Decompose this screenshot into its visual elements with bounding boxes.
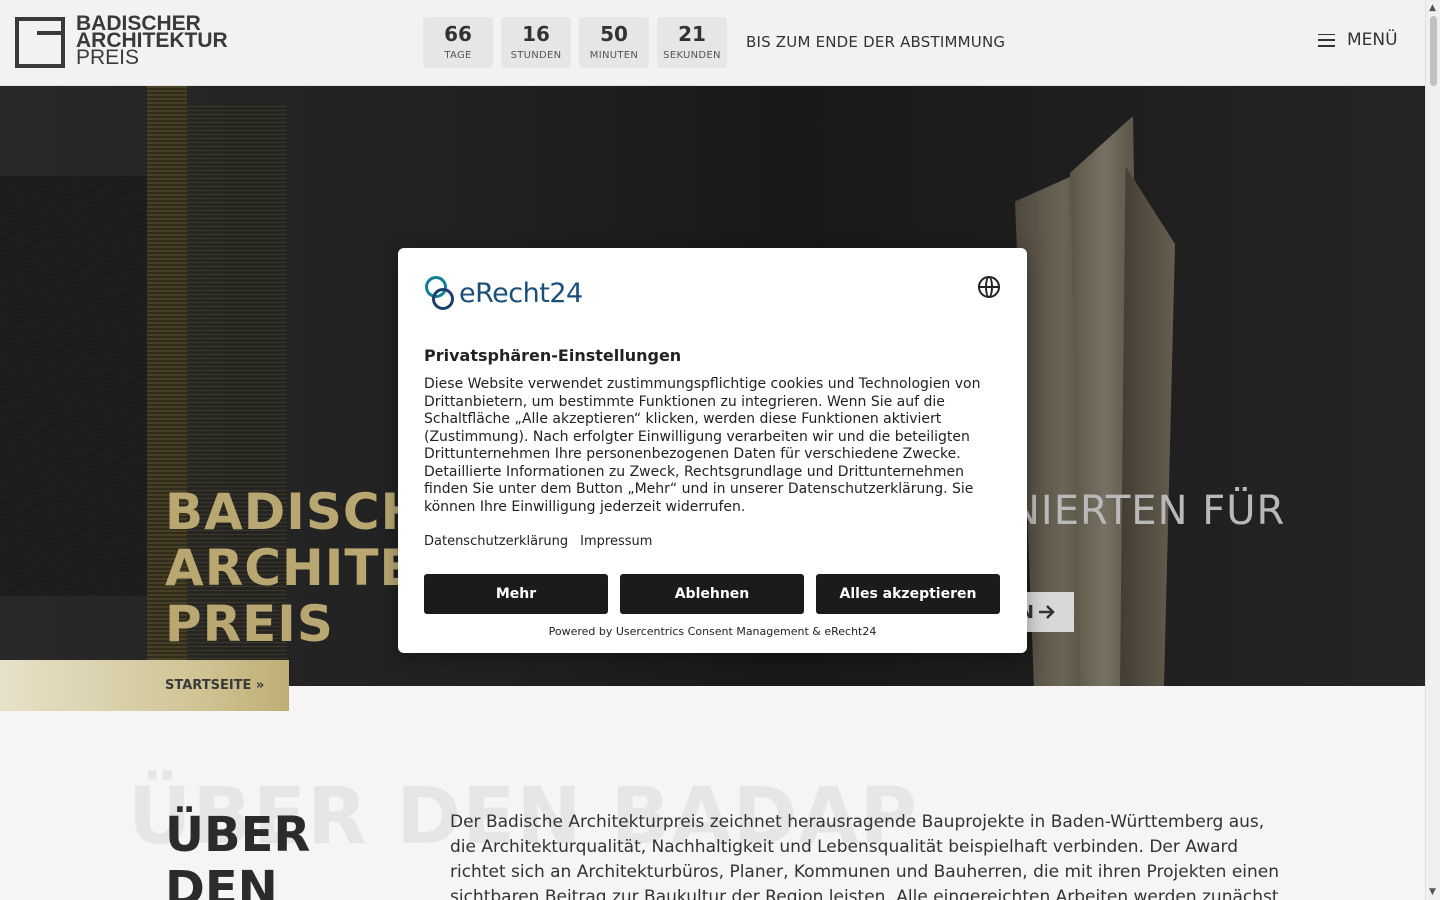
site-header: BADISCHER ARCHITEKTUR PREIS 66 TAGE 16 S… [0, 0, 1425, 86]
hero-title-line-2: ARCHITE [165, 539, 415, 597]
countdown-minutes-label: MINUTEN [589, 50, 639, 61]
countdown: 66 TAGE 16 STUNDEN 50 MINUTEN 21 SEKUNDE… [423, 17, 727, 68]
arrow-right-icon [1039, 605, 1055, 619]
consent-body: Diese Website verwendet zustimmungspflic… [424, 376, 981, 515]
consent-title: Privatsphären-Einstellungen [424, 346, 682, 365]
hamburger-icon [1318, 33, 1335, 47]
scrollbar-thumb[interactable] [1430, 16, 1437, 86]
countdown-hours-label: STUNDEN [510, 50, 562, 61]
hero-title-line-3: PREIS [165, 595, 334, 653]
page-scrollbar[interactable]: ▲ ▼ [1425, 0, 1440, 900]
countdown-days-label: TAGE [444, 50, 472, 61]
accept-all-button[interactable]: Alles akzeptieren [816, 574, 1000, 614]
globe-icon[interactable] [978, 276, 1000, 298]
countdown-days: 66 TAGE [423, 17, 493, 68]
about-title-line-2: DEN [165, 861, 278, 900]
countdown-caption: BIS ZUM ENDE DER ABSTIMMUNG [746, 33, 1006, 51]
breadcrumb-home[interactable]: STARTSEITE » [0, 660, 289, 711]
countdown-days-value: 66 [444, 22, 472, 46]
scroll-down-icon[interactable]: ▼ [1429, 887, 1436, 897]
countdown-seconds-value: 21 [678, 22, 706, 46]
privacy-policy-link[interactable]: Datenschutzerklärung [424, 534, 568, 549]
about-text: Der Badische Architekturpreis zeichnet h… [450, 812, 1280, 900]
scroll-up-icon[interactable]: ▲ [1429, 3, 1436, 13]
countdown-minutes: 50 MINUTEN [579, 17, 649, 68]
countdown-seconds: 21 SEKUNDEN [657, 17, 727, 68]
consent-buttons: Mehr Ablehnen Alles akzeptieren [424, 574, 1000, 614]
countdown-minutes-value: 50 [600, 22, 628, 46]
erecht24-logo-icon [423, 274, 457, 312]
site-logo[interactable]: BADISCHER ARCHITEKTUR PREIS [15, 13, 228, 68]
more-button[interactable]: Mehr [424, 574, 608, 614]
about-title: ÜBER DEN [165, 808, 310, 900]
logo-mark-icon [15, 17, 65, 68]
imprint-link[interactable]: Impressum [580, 534, 652, 549]
countdown-seconds-label: SEKUNDEN [663, 50, 721, 61]
countdown-hours: 16 STUNDEN [501, 17, 571, 68]
hero-title: BADISCH ARCHITE PREIS [165, 484, 423, 652]
hero-title-line-1: BADISCH [165, 483, 424, 541]
consent-links: Datenschutzerklärung Impressum [424, 534, 652, 549]
menu-button[interactable]: MENÜ [1318, 30, 1398, 50]
erecht24-logo: eRecht24 [423, 274, 583, 312]
countdown-hours-value: 16 [522, 22, 550, 46]
decline-button[interactable]: Ablehnen [620, 574, 804, 614]
about-title-line-1: ÜBER [165, 807, 311, 863]
powered-by-text: Powered by Usercentrics Consent Manageme… [548, 625, 877, 638]
hero-subtitle: NIERTEN FÜR [1010, 488, 1286, 534]
logo-text: BADISCHER ARCHITEKTUR PREIS [76, 13, 228, 68]
consent-dialog: eRecht24 Privatsphären-Einstellungen Die… [398, 248, 1027, 653]
page: BADISCHER ARCHITEKTUR PREIS 66 TAGE 16 S… [0, 0, 1440, 900]
menu-label: MENÜ [1347, 30, 1398, 50]
erecht24-brand: eRecht24 [459, 277, 583, 309]
